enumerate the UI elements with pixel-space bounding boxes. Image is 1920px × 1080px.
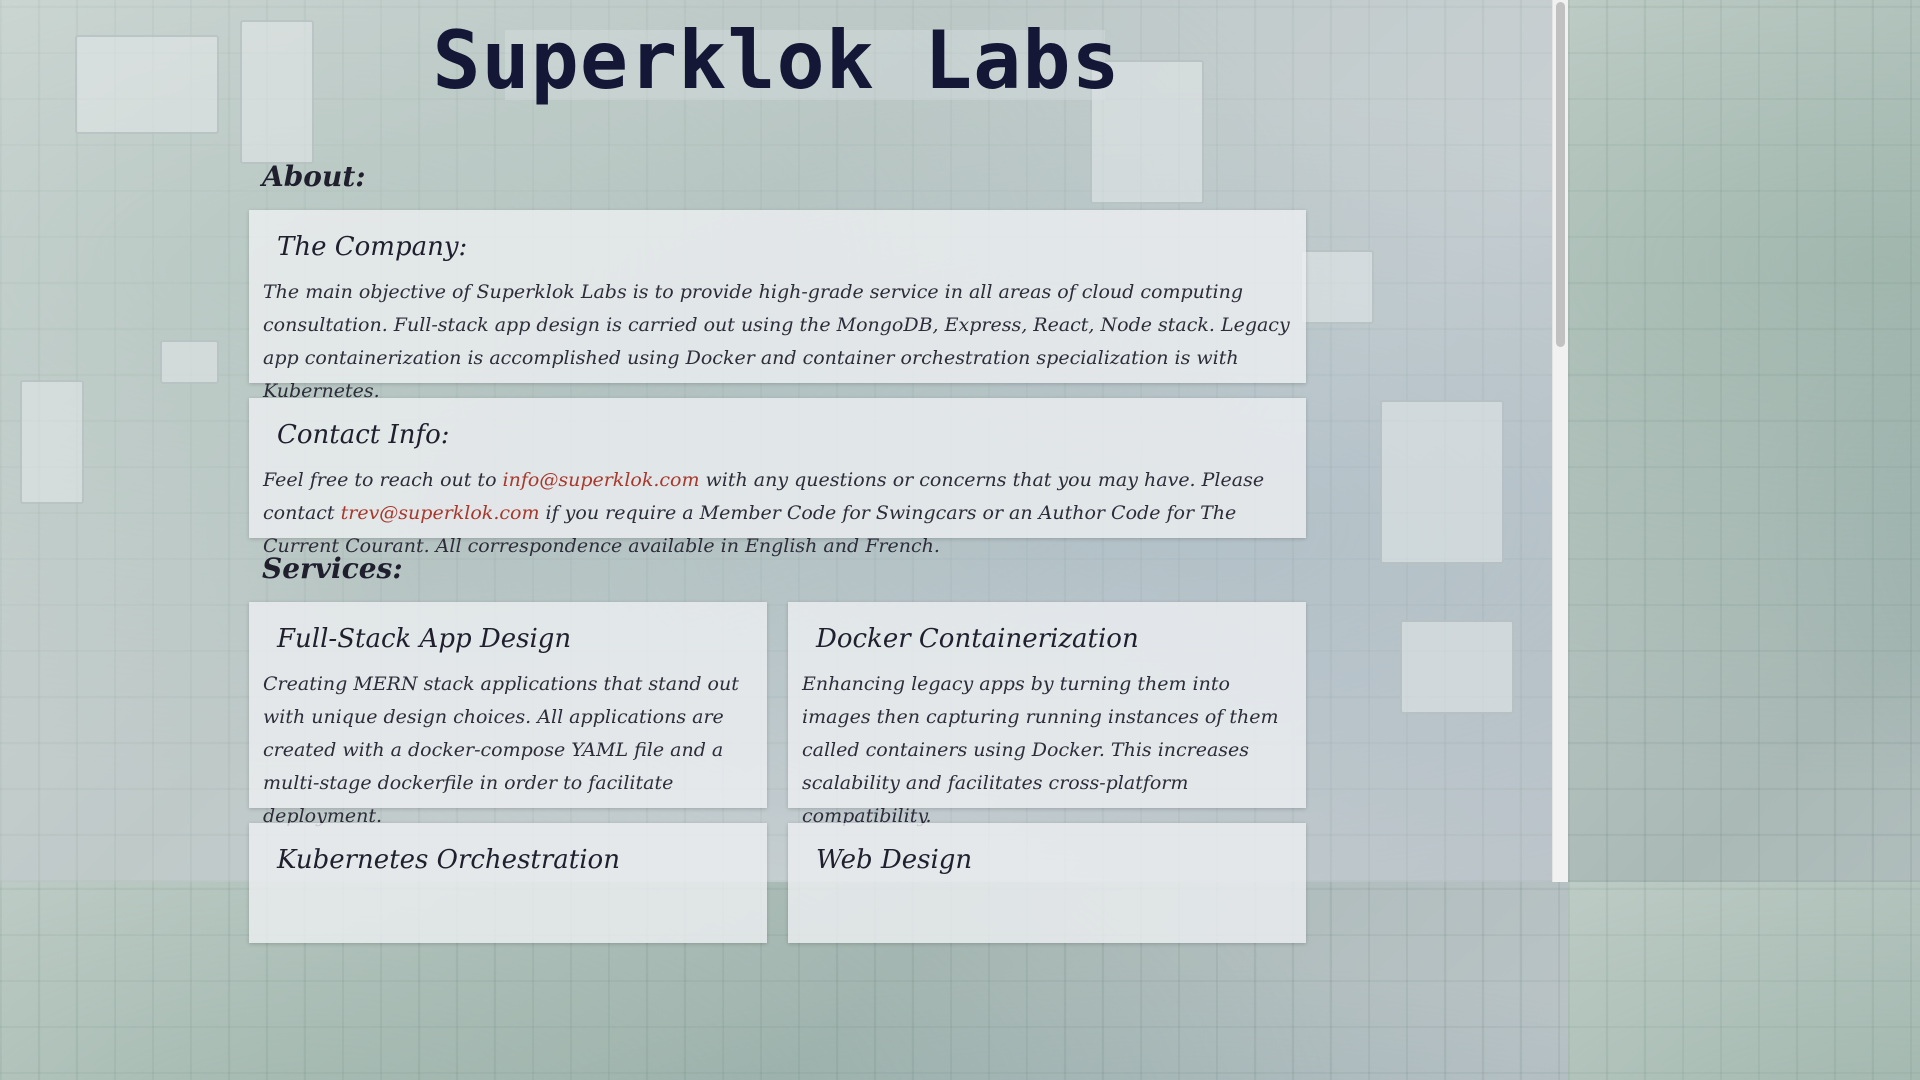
contact-card-title: Contact Info: <box>277 420 450 450</box>
company-card-text: The main objective of Superklok Labs is … <box>263 281 1290 402</box>
service-card-webdesign: Web Design <box>788 823 1306 943</box>
company-card-title: The Company: <box>277 232 468 262</box>
contact-card-text: Feel free to reach out to info@superklok… <box>263 464 1292 563</box>
service-card-text: Creating MERN stack applications that st… <box>263 673 739 827</box>
service-card-title: Web Design <box>816 845 973 875</box>
vertical-scrollbar[interactable] <box>1552 0 1568 882</box>
service-card-kubernetes: Kubernetes Orchestration <box>249 823 767 943</box>
scrollbar-thumb[interactable] <box>1556 2 1565 347</box>
site-title: Superklok Labs <box>432 14 1121 107</box>
service-card-title: Full-Stack App Design <box>277 624 572 654</box>
contact-text-before: Feel free to reach out to <box>263 469 503 491</box>
contact-card: Contact Info: Feel free to reach out to … <box>249 398 1306 557</box>
service-card-fullstack: Full-Stack App Design Creating MERN stac… <box>249 602 767 827</box>
service-card-title: Kubernetes Orchestration <box>277 845 620 875</box>
services-heading: Services: <box>262 552 403 585</box>
service-card-docker: Docker Containerization Enhancing legacy… <box>788 602 1306 827</box>
about-heading: About: <box>262 160 366 193</box>
service-card-title: Docker Containerization <box>816 624 1139 654</box>
company-card: The Company: The main objective of Super… <box>249 210 1306 402</box>
service-card-text: Enhancing legacy apps by turning them in… <box>802 673 1279 827</box>
info-email-link[interactable]: info@superklok.com <box>503 469 700 491</box>
trev-email-link[interactable]: trev@superklok.com <box>341 502 540 524</box>
